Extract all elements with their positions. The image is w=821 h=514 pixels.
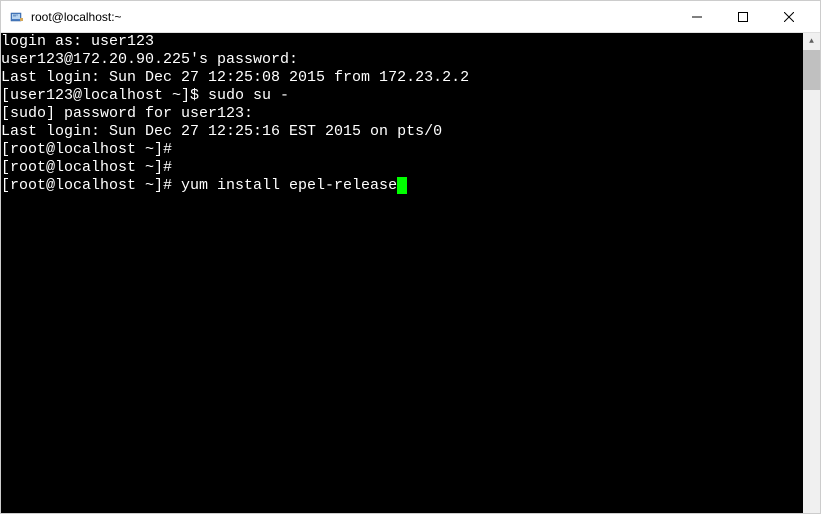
terminal-line: [sudo] password for user123: [1, 105, 820, 123]
terminal-line: [root@localhost ~]# yum install epel-rel… [1, 177, 820, 195]
terminal-line: [root@localhost ~]# [1, 141, 820, 159]
terminal-cursor [397, 177, 407, 194]
terminal-content: login as: user123user123@172.20.90.225's… [1, 33, 820, 195]
terminal-line: Last login: Sun Dec 27 12:25:16 EST 2015… [1, 123, 820, 141]
terminal-line: user123@172.20.90.225's password: [1, 51, 820, 69]
maximize-button[interactable] [720, 2, 766, 32]
minimize-button[interactable] [674, 2, 720, 32]
scrollbar-up-arrow[interactable]: ▲ [803, 33, 820, 50]
window-controls [674, 2, 812, 32]
terminal-line: Last login: Sun Dec 27 12:25:08 2015 fro… [1, 69, 820, 87]
terminal-line: [root@localhost ~]# [1, 159, 820, 177]
close-button[interactable] [766, 2, 812, 32]
terminal-area[interactable]: login as: user123user123@172.20.90.225's… [1, 33, 820, 513]
terminal-command-line: [root@localhost ~]# yum install epel-rel… [1, 177, 397, 194]
scrollbar[interactable]: ▲ [803, 33, 820, 513]
putty-icon [9, 9, 25, 25]
window-title: root@localhost:~ [31, 10, 674, 24]
terminal-line: [user123@localhost ~]$ sudo su - [1, 87, 820, 105]
putty-window: root@localhost:~ login as: user123user12… [0, 0, 821, 514]
titlebar[interactable]: root@localhost:~ [1, 1, 820, 33]
terminal-line: login as: user123 [1, 33, 820, 51]
scrollbar-thumb[interactable] [803, 50, 820, 90]
